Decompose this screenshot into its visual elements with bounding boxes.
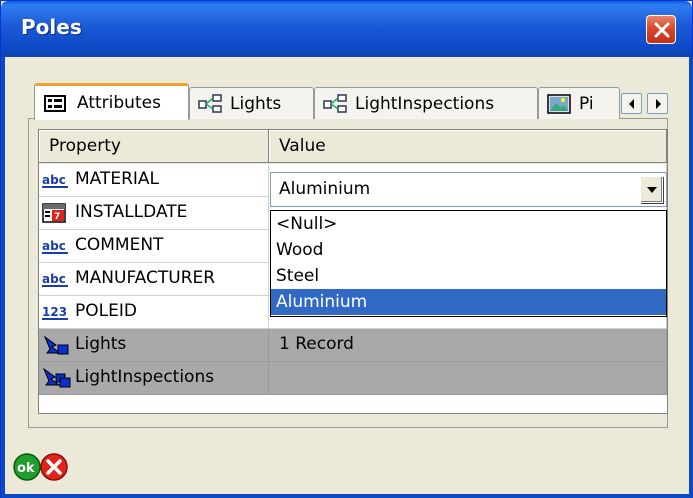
combobox-value: Aluminium: [279, 179, 371, 199]
scroll-right-icon: [656, 99, 661, 109]
grid-header: Property Value: [39, 130, 667, 164]
tab-scroll-left-button[interactable]: [621, 93, 642, 114]
material-combobox[interactable]: Aluminium: [270, 172, 667, 207]
property-cell: Lights: [39, 329, 269, 362]
chevron-down-icon: [647, 187, 657, 193]
ok-label: ok: [17, 461, 35, 476]
property-name: POLEID: [75, 301, 137, 321]
title-bar[interactable]: Poles: [1, 1, 692, 57]
property-cell: 7 INSTALLDATE: [39, 197, 269, 230]
value-cell[interactable]: [269, 362, 667, 395]
abc-icon: abc: [42, 173, 68, 188]
tab-pictures[interactable]: Pi: [538, 87, 620, 119]
abc-icon: abc: [42, 239, 68, 254]
abc-icon: abc: [42, 272, 68, 287]
property-name: LightInspections: [75, 367, 215, 387]
property-name: MATERIAL: [75, 169, 160, 189]
value-cell[interactable]: 1 Record: [269, 329, 667, 362]
property-cell: abc MANUFACTURER: [39, 263, 269, 296]
close-button[interactable]: [646, 15, 676, 44]
window-frame-left: [1, 57, 5, 498]
property-cell: abc COMMENT: [39, 230, 269, 263]
cancel-button[interactable]: [40, 453, 68, 481]
dropdown-option[interactable]: <Null>: [271, 211, 666, 237]
tab-label: Lights: [230, 93, 282, 114]
dropdown-option[interactable]: Steel: [271, 263, 666, 289]
tab-label: Attributes: [77, 93, 161, 113]
related-record-icon: [43, 335, 69, 355]
dropdown-button[interactable]: [640, 176, 663, 203]
property-cell: abc MATERIAL: [39, 164, 269, 197]
svg-text:abc: abc: [42, 272, 66, 286]
relationship-icon: [323, 93, 347, 113]
poles-window: Poles Attributes Lights LightInspections…: [0, 0, 693, 498]
tab-label: Pi: [579, 93, 594, 114]
tab-lightinspections[interactable]: LightInspections: [314, 87, 538, 119]
dropdown-option[interactable]: Wood: [271, 237, 666, 263]
close-icon: [654, 22, 670, 38]
table-icon: [44, 95, 66, 112]
svg-text:7: 7: [54, 212, 60, 222]
table-row-lights[interactable]: Lights 1 Record: [39, 329, 667, 362]
tab-lights[interactable]: Lights: [189, 87, 314, 119]
column-header-property[interactable]: Property: [39, 130, 269, 163]
svg-text:abc: abc: [42, 173, 66, 187]
tab-scroll-right-button[interactable]: [647, 93, 668, 114]
window-frame-right: [689, 57, 693, 498]
ok-button[interactable]: ok: [13, 453, 41, 481]
date-icon: 7: [42, 203, 66, 223]
picture-icon: [547, 93, 571, 114]
property-cell: 123 POLEID: [39, 296, 269, 329]
svg-text:abc: abc: [42, 239, 66, 253]
property-name: Lights: [75, 334, 127, 354]
tab-label: LightInspections: [355, 93, 495, 114]
table-row-lightinspections[interactable]: LightInspections: [39, 362, 667, 395]
property-name: MANUFACTURER: [75, 268, 216, 288]
property-name: COMMENT: [75, 235, 164, 255]
material-dropdown-list: <Null> Wood Steel Aluminium: [270, 210, 667, 317]
column-header-value[interactable]: Value: [269, 130, 667, 163]
dropdown-option-selected[interactable]: Aluminium: [271, 289, 666, 315]
property-name: INSTALLDATE: [75, 202, 188, 222]
relationship-icon: [198, 93, 222, 113]
window-title: Poles: [21, 15, 82, 39]
tab-attributes[interactable]: Attributes: [34, 83, 189, 120]
related-records-icon: [43, 368, 71, 388]
scroll-left-icon: [629, 99, 634, 109]
property-cell: LightInspections: [39, 362, 269, 395]
svg-text:123: 123: [42, 305, 67, 319]
number-icon: 123: [42, 305, 68, 320]
window-frame-bottom: [1, 494, 693, 498]
